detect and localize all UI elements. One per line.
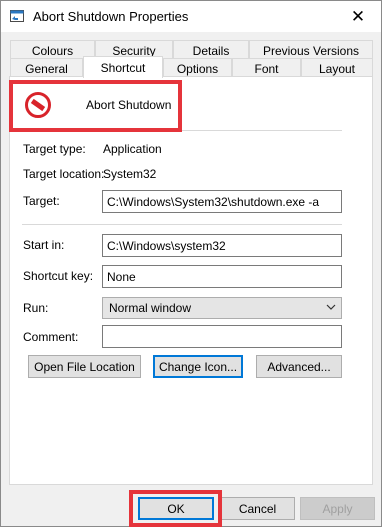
- cancel-button[interactable]: Cancel: [220, 497, 295, 520]
- shortcut-name: Abort Shutdown: [86, 98, 172, 112]
- close-icon: ✕: [350, 6, 366, 26]
- comment-input[interactable]: [102, 325, 342, 348]
- no-entry-icon: [25, 92, 51, 118]
- target-label: Target:: [23, 194, 60, 208]
- start-in-label: Start in:: [23, 238, 65, 252]
- target-input[interactable]: [102, 190, 342, 213]
- tab-options[interactable]: Options: [163, 58, 232, 78]
- advanced-button[interactable]: Advanced...: [256, 355, 342, 378]
- window-icon: [10, 10, 24, 22]
- apply-button[interactable]: Apply: [300, 497, 375, 520]
- title-bar: Abort Shutdown Properties ✕: [1, 1, 381, 32]
- divider: [22, 130, 342, 131]
- divider: [22, 224, 342, 225]
- tab-layout[interactable]: Layout: [301, 58, 373, 78]
- change-icon-button[interactable]: Change Icon...: [153, 355, 243, 378]
- window-title: Abort Shutdown Properties: [33, 9, 189, 24]
- target-type-label: Target type:: [23, 142, 86, 156]
- comment-label: Comment:: [23, 330, 79, 344]
- tab-general[interactable]: General: [10, 58, 83, 78]
- properties-window: Abort Shutdown Properties ✕ Colours Secu…: [0, 0, 382, 527]
- target-location-value: System32: [103, 167, 157, 181]
- shortcut-key-label: Shortcut key:: [23, 269, 94, 283]
- tab-details[interactable]: Details: [173, 40, 249, 60]
- shortcut-key-input[interactable]: [102, 265, 342, 288]
- tab-previous-versions[interactable]: Previous Versions: [249, 40, 373, 60]
- run-label: Run:: [23, 301, 49, 315]
- target-location-label: Target location:: [23, 167, 105, 181]
- open-file-location-button[interactable]: Open File Location: [28, 355, 141, 378]
- run-select-value: Normal window: [109, 301, 192, 315]
- run-select[interactable]: Normal window: [102, 297, 342, 319]
- target-type-value: Application: [103, 142, 162, 156]
- close-button[interactable]: ✕: [335, 1, 381, 32]
- tab-shortcut[interactable]: Shortcut: [83, 56, 163, 78]
- start-in-input[interactable]: [102, 234, 342, 257]
- chevron-down-icon: [326, 304, 336, 310]
- tab-font[interactable]: Font: [232, 58, 301, 78]
- ok-button[interactable]: OK: [138, 497, 214, 520]
